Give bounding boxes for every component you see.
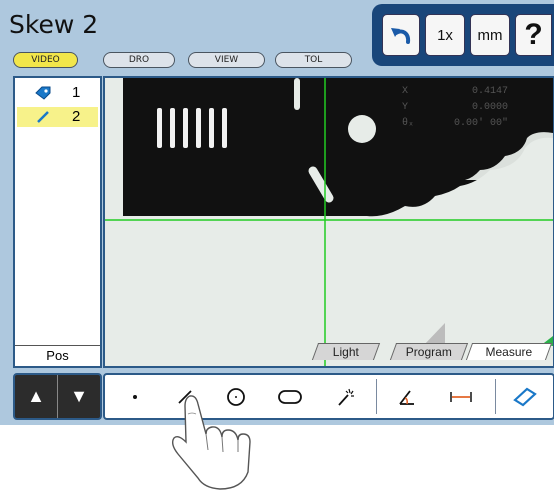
video-view[interactable]: X 0.4147 Y 0.0000 θₓ 0.00' 00" Light Pro… [103,76,554,368]
zoom-button[interactable]: 1x [425,14,465,56]
tab-program-label: Program [405,345,452,359]
zoom-label: 1x [437,26,453,44]
help-button[interactable]: ? [515,14,552,56]
readout-row-theta: θₓ 0.00' 00" [402,118,508,131]
help-icon: ? [524,18,543,51]
distance-icon [450,391,472,402]
distance-tool-button[interactable] [439,375,483,418]
tab-view[interactable]: VIEW [188,52,265,68]
readout-value: 0.00' 00" [453,118,508,129]
angle-icon [399,389,414,405]
line-icon [37,111,49,123]
skew-tool-button[interactable] [503,375,547,418]
feature-row-2[interactable]: 2 [17,107,98,127]
units-button[interactable]: mm [470,14,510,56]
toolbar-divider [376,379,377,414]
angle-tool-button[interactable] [385,375,429,418]
tab-video[interactable]: VIDEO [13,52,78,68]
pos-button[interactable]: Pos [15,345,100,366]
point-tool-button[interactable] [115,375,155,418]
slot-icon [278,389,302,404]
readout-label: θₓ [402,118,415,129]
magic-wand-icon [338,388,354,406]
up-arrow-icon: ▲ [27,386,45,406]
undo-arrow-icon [391,28,411,44]
undo-button[interactable] [382,14,420,56]
tab-measure-label: Measure [485,345,533,359]
page-title: Skew 2 [9,10,99,39]
point-icon [133,394,137,399]
tab-tol[interactable]: TOL [275,52,352,68]
feature-row-1[interactable]: 1 [17,83,98,103]
tab-light[interactable]: Light [311,343,381,360]
tab-program[interactable]: Program [389,343,469,360]
tab-light-label: Light [332,345,359,359]
pointing-hand-image [171,395,251,490]
toolbar-divider [495,379,496,414]
down-arrow-button[interactable]: ▼ [58,375,100,418]
readout-row-y: Y 0.0000 [402,102,508,115]
slot-tool-button[interactable] [265,375,315,418]
down-arrow-icon: ▼ [70,386,88,406]
readout-label: X [402,86,409,97]
skew-icon [513,387,537,406]
feature-number: 2 [72,108,81,125]
tab-measure[interactable]: Measure [465,343,553,360]
readout-label: Y [402,102,409,113]
readout-row-x: X 0.4147 [402,86,508,99]
magic-wand-tool-button[interactable] [323,375,367,418]
nav-arrows: ▲ ▼ [13,373,102,420]
units-label: mm [477,26,503,44]
feature-list: 1 2 Pos [13,76,102,368]
point-tag-icon [35,86,51,100]
dro-readout: X 0.4147 Y 0.0000 θₓ 0.00' 00" [402,82,508,134]
top-button-bar: 1x mm ? [372,4,554,66]
readout-value: 0.4147 [471,86,508,97]
tab-dro[interactable]: DRO [103,52,175,68]
readout-value: 0.0000 [471,102,508,113]
feature-number: 1 [72,84,81,101]
up-arrow-button[interactable]: ▲ [15,375,58,418]
